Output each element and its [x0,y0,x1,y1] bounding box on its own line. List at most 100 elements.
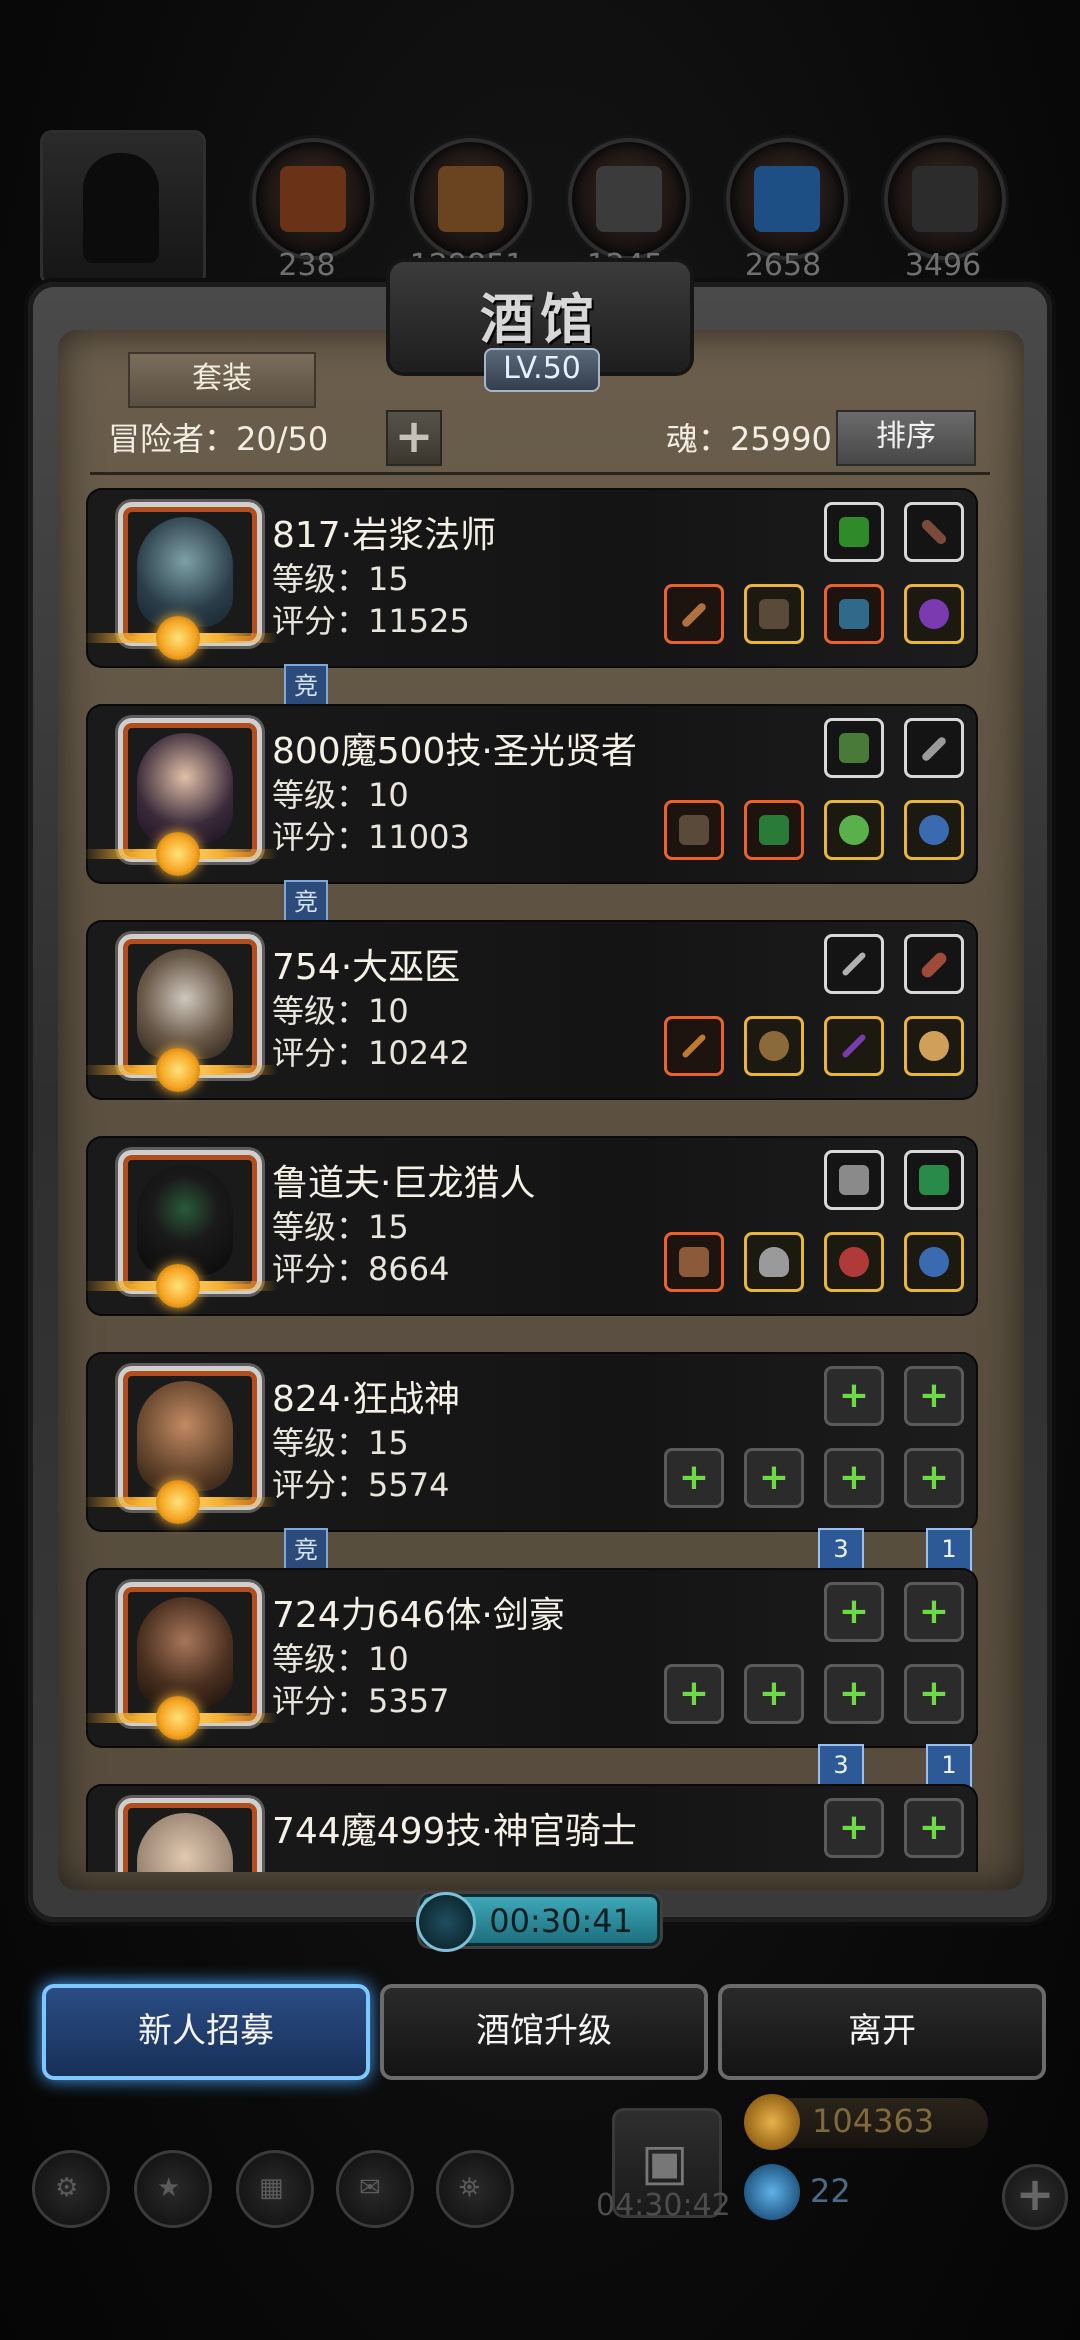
hero-card[interactable]: 鲁道夫·巨龙猎人 等级：15 评分：8664 [86,1136,978,1316]
stone-resource-icon[interactable] [568,138,690,260]
add-equipment-icon[interactable]: + [824,1366,884,1426]
potion-icon[interactable] [904,800,964,860]
set-equipment-tab[interactable]: 套装 [128,352,316,408]
snake-icon[interactable] [904,1150,964,1210]
tavern-title: 酒馆 [480,287,600,351]
hero-level: 等级：15 [272,1424,409,1462]
add-equipment-icon[interactable]: + [744,1448,804,1508]
mail-icon[interactable]: ✉ [336,2150,414,2228]
armor-icon[interactable] [744,800,804,860]
helmet-icon[interactable] [744,1232,804,1292]
map-icon[interactable]: ⛯ [436,2150,514,2228]
mask-icon[interactable] [744,1016,804,1076]
hero-card[interactable]: 817·岩浆法师 等级：15 评分：11525 [86,488,978,668]
add-equipment-icon[interactable]: + [904,1582,964,1642]
resource-count: 3496 [904,248,982,283]
hero-portrait[interactable] [118,1798,262,1872]
meat-resource-icon[interactable] [252,138,374,260]
recruit-button[interactable]: 新人招募 [42,1984,370,2080]
add-equipment-icon[interactable]: + [824,1582,884,1642]
resource-count: 2658 [744,248,822,283]
building-icon[interactable]: ▦ [236,2150,314,2228]
hero-card[interactable]: 824·狂战神 等级：15 评分：5574 + + + + + + [86,1352,978,1532]
hero-name: 754·大巫医 [272,947,461,988]
hero-score: 评分：5574 [272,1466,450,1504]
hero-name: 744魔499技·神官骑士 [272,1811,637,1852]
rank-sun-icon [156,1480,200,1524]
header-divider [90,472,990,475]
add-equipment-icon[interactable]: + [824,1798,884,1858]
add-equipment-icon[interactable]: + [904,1798,964,1858]
resource-count: 238 [278,248,336,283]
hero-card[interactable]: 724力646体·剑豪 等级：10 评分：5357 + + + + + + [86,1568,978,1748]
staff-icon[interactable] [664,584,724,644]
add-equipment-icon[interactable]: + [744,1664,804,1724]
adventurer-count: 冒险者：20/50 [108,420,329,458]
hero-name: 鲁道夫·巨龙猎人 [272,1163,536,1204]
gem-icon [744,2164,800,2220]
leave-button[interactable]: 离开 [718,1984,1046,2080]
hero-name: 817·岩浆法师 [272,515,497,556]
achievement-icon[interactable]: ★ [134,2150,212,2228]
bangle-icon[interactable] [904,1232,964,1292]
add-equipment-icon[interactable]: + [664,1664,724,1724]
upgrade-tavern-button[interactable]: 酒馆升级 [380,1984,708,2080]
add-equipment-icon[interactable]: + [904,1664,964,1724]
book-icon[interactable] [824,502,884,562]
hero-level: 等级：10 [272,776,409,814]
hero-level: 等级：15 [272,1208,409,1246]
sort-button[interactable]: 排序 [836,410,976,466]
hero-level: 等级：10 [272,992,409,1030]
leaf-icon[interactable] [824,718,884,778]
hero-card[interactable]: 754·大巫医 等级：10 评分：10242 [86,920,978,1100]
hero-score: 评分：11525 [272,602,470,640]
add-equipment-icon[interactable]: + [824,1448,884,1508]
axe-icon[interactable] [664,800,724,860]
hero-score: 评分：8664 [272,1250,450,1288]
bracer-icon[interactable] [824,584,884,644]
wand-icon[interactable] [824,1016,884,1076]
eye-ring-icon[interactable] [904,584,964,644]
emblem-icon[interactable] [824,1150,884,1210]
hero-name: 724力646体·剑豪 [272,1595,565,1636]
rod-icon[interactable] [664,1016,724,1076]
iron-resource-icon[interactable] [884,138,1006,260]
hero-card[interactable]: 800魔500技·圣光贤者 等级：10 评分：11003 [86,704,978,884]
wood-resource-icon[interactable] [410,138,532,260]
gold-coin-icon [744,2094,800,2150]
add-equipment-icon[interactable]: + [904,1448,964,1508]
hero-level: 等级：15 [272,560,409,598]
gold-amount: 104363 [812,2102,935,2140]
add-currency-button[interactable]: + [1002,2164,1068,2230]
dagger-icon[interactable] [904,718,964,778]
hero-level: 等级：10 [272,1640,409,1678]
club-icon[interactable] [904,934,964,994]
add-equipment-icon[interactable]: + [904,1366,964,1426]
spear-icon[interactable] [904,502,964,562]
hero-score: 评分：5357 [272,1682,450,1720]
hero-score: 评分：10242 [272,1034,470,1072]
gift-timer: 04:30:42 [596,2188,731,2223]
add-adventurer-slot-button[interactable]: + [386,410,442,466]
orb-icon[interactable] [824,1232,884,1292]
settings-gear-icon[interactable]: ⚙ [32,2150,110,2228]
necklace-icon[interactable] [824,800,884,860]
add-equipment-icon[interactable]: + [664,1448,724,1508]
hero-list[interactable]: 817·岩浆法师 等级：15 评分：11525 竞 800魔500技·圣光贤者 … [86,488,986,1872]
soul-count: 魂：25990 [666,420,832,458]
hero-avatar-slot[interactable] [40,130,206,286]
rank-sun-icon [156,1048,200,1092]
pistol-icon[interactable] [664,1232,724,1292]
hero-name: 824·狂战神 [272,1379,461,1420]
hero-name: 800魔500技·圣光贤者 [272,731,637,772]
crystal-resource-icon[interactable] [726,138,848,260]
gem-amount: 22 [810,2172,851,2210]
hero-score: 评分：11003 [272,818,470,856]
tavern-level-badge: LV.50 [484,348,600,392]
sword-icon[interactable] [824,934,884,994]
robe-icon[interactable] [744,584,804,644]
hero-card[interactable]: 744魔499技·神官骑士 + + [86,1784,978,1872]
ring-icon[interactable] [904,1016,964,1076]
add-equipment-icon[interactable]: + [824,1664,884,1724]
rank-sun-icon [156,1696,200,1740]
